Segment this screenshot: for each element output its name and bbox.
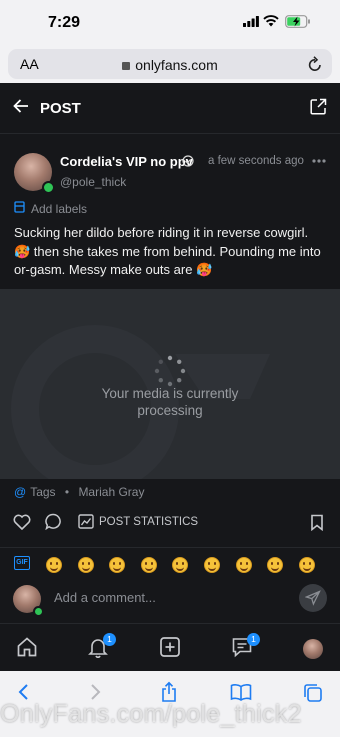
emoji-joy[interactable]: [109, 557, 125, 573]
tag-separator: •: [64, 485, 70, 499]
browser-forward-icon[interactable]: [90, 683, 102, 701]
post-page: POST Cordelia's VIP no ppv @pole_thick a…: [0, 83, 340, 623]
commenter-online-dot: [33, 606, 44, 617]
tags-row: @ Tags • Mariah Gray: [14, 485, 144, 499]
add-post-icon[interactable]: [159, 636, 181, 658]
bookmarks-book-icon[interactable]: [230, 683, 252, 701]
url-domain-row[interactable]: onlyfans.com: [8, 57, 332, 73]
lock-icon: [122, 62, 131, 70]
more-options-icon[interactable]: [312, 159, 326, 163]
emoji-smile[interactable]: [172, 557, 188, 573]
browser-back-icon[interactable]: [17, 683, 29, 701]
url-domain[interactable]: onlyfans.com: [135, 57, 217, 73]
comment-input[interactable]: Add a comment...: [54, 590, 156, 605]
emoji-beaming[interactable]: [78, 557, 94, 573]
status-time: 7:29: [48, 14, 81, 31]
processing-line-2: processing: [137, 403, 203, 418]
profile-avatar-button[interactable]: [303, 639, 323, 659]
tag-mariah-gray[interactable]: Mariah Gray: [78, 485, 144, 499]
home-icon[interactable]: [16, 636, 38, 658]
reload-icon[interactable]: [307, 55, 323, 73]
processing-message: Your media is currently processing: [0, 385, 340, 419]
post-caption: Sucking her dildo before riding it in re…: [14, 225, 321, 277]
url-field[interactable]: AA onlyfans.com: [8, 49, 332, 79]
status-bar: 7:29: [0, 0, 340, 46]
at-icon: @: [14, 485, 27, 499]
comment-composer: Add a comment...: [0, 580, 340, 623]
post-actions: POST STATISTICS: [0, 509, 340, 539]
author-handle[interactable]: @pole_thick: [60, 175, 126, 189]
post-statistics-icon[interactable]: [78, 514, 94, 529]
media-placeholder: Your media is currently processing: [0, 289, 340, 479]
bottom-navigation: 1 1: [0, 623, 340, 672]
cellular-signal-icon: [243, 16, 259, 27]
post-statistics-button[interactable]: POST STATISTICS: [99, 516, 198, 528]
emoji-sweat-smile[interactable]: [204, 557, 220, 573]
author-name[interactable]: Cordelia's VIP no ppv: [60, 154, 193, 169]
label-bookmark-icon[interactable]: [14, 201, 25, 213]
online-status-dot: [42, 181, 55, 194]
verified-badge-icon: [182, 155, 194, 167]
battery-charging-icon: [285, 15, 310, 28]
post-header: POST: [0, 83, 340, 134]
add-labels-link[interactable]: Add labels: [31, 202, 87, 216]
watermark-text: OnlyFans.com/pole_thick2: [0, 700, 302, 728]
page-title: POST: [40, 100, 81, 117]
like-heart-icon[interactable]: [13, 514, 31, 530]
share-icon[interactable]: [310, 98, 327, 115]
emoji-bar: GIF: [0, 547, 340, 580]
comment-bubble-icon[interactable]: [45, 513, 62, 530]
send-comment-button[interactable]: [299, 584, 327, 612]
messages-badge: 1: [247, 633, 260, 646]
gif-button[interactable]: GIF: [14, 556, 30, 570]
emoji-laughing[interactable]: [236, 557, 252, 573]
back-arrow-icon[interactable]: [13, 98, 29, 114]
loading-spinner-icon: [154, 355, 186, 387]
tags-label: Tags: [30, 485, 56, 499]
emoji-blush[interactable]: [299, 557, 315, 573]
post-timestamp: a few seconds ago: [208, 155, 304, 167]
wifi-icon: [263, 15, 279, 27]
send-icon: [305, 590, 321, 606]
emoji-smiley[interactable]: [141, 557, 157, 573]
emoji-relieved[interactable]: [267, 557, 283, 573]
notifications-badge: 1: [103, 633, 116, 646]
browser-address-bar: AA onlyfans.com: [0, 46, 340, 83]
processing-line-1: Your media is currently: [101, 386, 239, 401]
bookmark-icon[interactable]: [310, 514, 324, 531]
emoji-grinning[interactable]: [46, 557, 62, 573]
